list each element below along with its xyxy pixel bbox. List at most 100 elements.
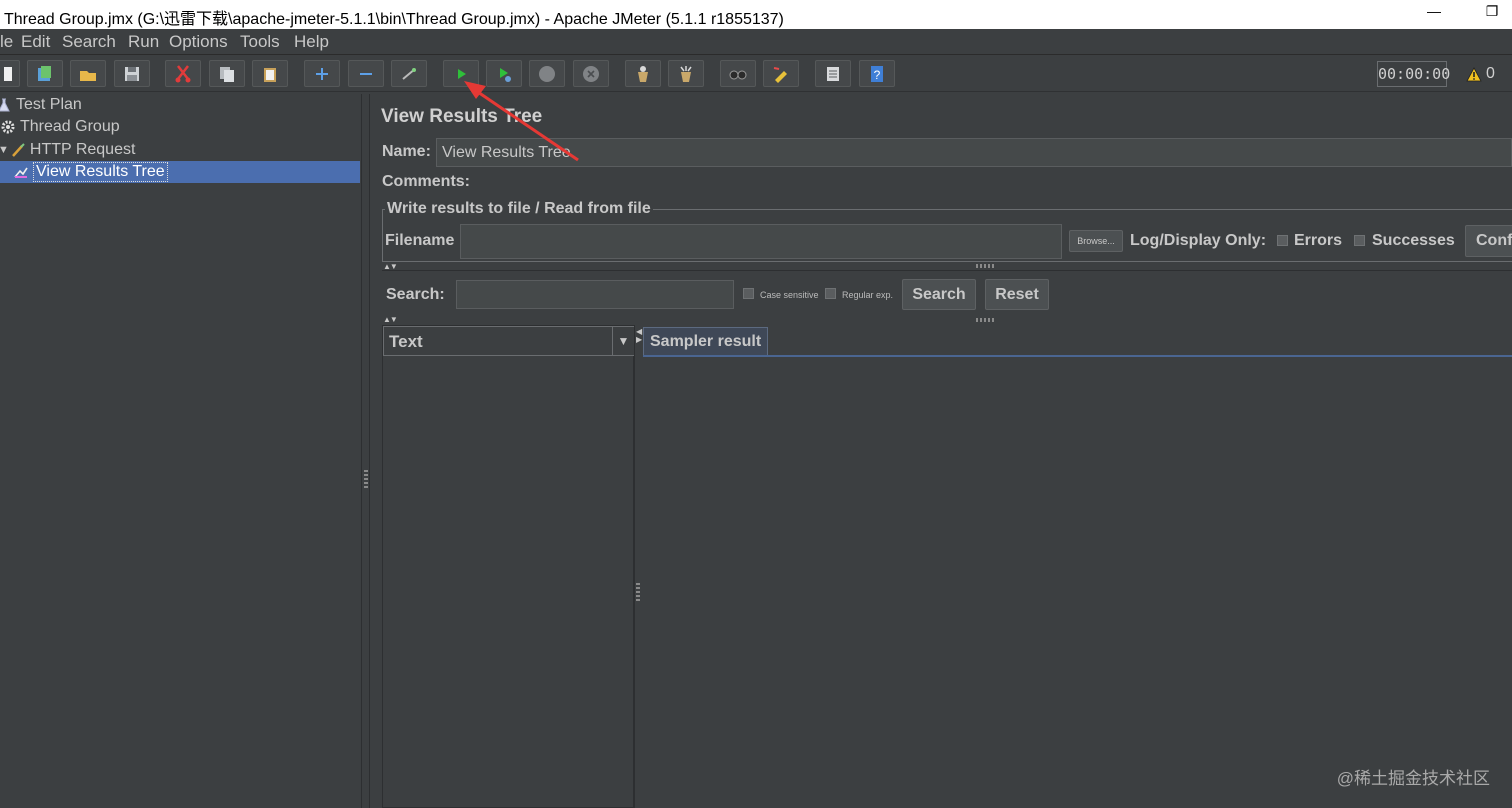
results-splitter[interactable]: ◀ ▶ (634, 325, 643, 808)
clear-button[interactable] (625, 60, 661, 87)
search-button[interactable] (720, 60, 756, 87)
tree-item-thread-group[interactable]: Thread Group (0, 116, 120, 138)
tab-sampler-result[interactable]: Sampler result (643, 327, 769, 355)
menu-bar: le Edit Search Run Options Tools Help (0, 29, 1512, 55)
help-icon: ? (871, 65, 883, 82)
name-label: Name: (382, 143, 431, 160)
stop-button[interactable] (529, 60, 565, 87)
function-helper-button[interactable] (815, 60, 851, 87)
templates-button[interactable] (27, 60, 63, 87)
comments-label: Comments: (382, 173, 471, 190)
tree-item-label: HTTP Request (29, 141, 136, 158)
test-plan-icon (0, 97, 12, 113)
tree-splitter[interactable] (361, 94, 370, 808)
tree-expand-arrow-icon[interactable]: ▼ (0, 144, 9, 156)
copy-button[interactable] (209, 60, 245, 87)
cut-icon (175, 64, 191, 82)
results-list-pane: Text ▼ (382, 325, 635, 808)
start-icon (458, 68, 466, 79)
http-request-icon (10, 142, 26, 158)
browse-button[interactable]: Browse... (1069, 230, 1123, 252)
splitter-grip[interactable] (636, 583, 640, 601)
split-arrows-icon[interactable]: ◀ ▶ (636, 328, 642, 344)
comments-field[interactable] (475, 170, 1512, 193)
reset-search-button[interactable] (763, 60, 799, 87)
collapse-arrows-icon[interactable]: ▲▼ (383, 315, 398, 324)
start-no-pause-icon (500, 67, 511, 82)
successes-label: Successes (1372, 232, 1455, 249)
reset-search-icon (773, 66, 787, 83)
reset-button[interactable]: Reset (985, 279, 1049, 310)
expand-all-button[interactable] (304, 60, 340, 87)
renderer-select[interactable]: Text ▼ (383, 326, 635, 356)
open-button[interactable] (70, 60, 106, 87)
menu-search[interactable]: Search (62, 32, 116, 52)
cut-button[interactable] (165, 60, 201, 87)
toolbar: ? 00:00:00 0 (0, 56, 1512, 92)
regular-exp-label: Regular exp. (842, 290, 894, 300)
warning-count: 0 (1486, 65, 1495, 82)
log-display-label: Log/Display Only: (1130, 232, 1267, 249)
horizontal-grip[interactable] (976, 318, 994, 322)
successes-checkbox[interactable] (1354, 235, 1365, 246)
name-field[interactable]: View Results Tree (436, 138, 1512, 167)
collapse-all-button[interactable] (348, 60, 384, 87)
thread-group-icon (0, 119, 16, 135)
new-icon (4, 66, 12, 81)
open-icon (80, 70, 96, 81)
search-input[interactable] (456, 280, 734, 309)
clear-all-icon (680, 65, 692, 82)
restore-button[interactable]: ❐ (1480, 3, 1504, 25)
horizontal-grip[interactable] (976, 264, 994, 268)
save-button[interactable] (114, 60, 150, 87)
file-fieldset-legend: Write results to file / Read from file (385, 200, 653, 218)
menu-edit[interactable]: Edit (21, 32, 50, 52)
minimize-button[interactable]: — (1422, 3, 1446, 25)
watermark: @稀土掘金技术社区 (1336, 769, 1490, 788)
window-title-bar: Thread Group.jmx (G:\迅雷下载\apache-jmeter-… (0, 0, 1512, 29)
case-sensitive-checkbox[interactable] (743, 288, 754, 299)
tree-item-http-request[interactable]: ▼ HTTP Request (0, 139, 135, 161)
new-button[interactable] (0, 60, 20, 87)
tree-item-label: View Results Tree (33, 162, 168, 182)
toggle-icon (402, 67, 416, 80)
function-helper-icon (827, 66, 839, 81)
start-no-pauses-button[interactable] (486, 60, 522, 87)
panel-title: View Results Tree (381, 106, 543, 127)
tree-item-view-results-tree[interactable]: View Results Tree (0, 161, 360, 183)
start-button[interactable] (443, 60, 479, 87)
filename-label: Filename (385, 232, 455, 249)
clear-all-button[interactable] (668, 60, 704, 87)
warning-indicator[interactable]: 0 (1466, 65, 1495, 83)
search-icon (729, 70, 747, 79)
menu-file[interactable]: le (0, 32, 13, 52)
menu-help[interactable]: Help (294, 32, 329, 52)
renderer-selected-value: Text (389, 332, 423, 351)
splitter-grip[interactable] (364, 470, 368, 488)
menu-run[interactable]: Run (128, 32, 159, 52)
shutdown-icon (583, 65, 599, 82)
menu-tools[interactable]: Tools (240, 32, 280, 52)
copy-icon (220, 66, 234, 82)
errors-checkbox[interactable] (1277, 235, 1288, 246)
search-submit-button[interactable]: Search (902, 279, 976, 310)
tree-item-test-plan[interactable]: Test Plan (0, 94, 82, 116)
regular-exp-checkbox[interactable] (825, 288, 836, 299)
case-sensitive-label: Case sensitive (760, 290, 819, 300)
help-button[interactable]: ? (859, 60, 895, 87)
toggle-button[interactable] (391, 60, 427, 87)
clear-icon (638, 65, 648, 82)
menu-options[interactable]: Options (169, 32, 228, 52)
templates-icon (38, 65, 51, 81)
filename-field[interactable] (460, 224, 1062, 259)
shutdown-button[interactable] (573, 60, 609, 87)
paste-icon (264, 67, 276, 82)
paste-button[interactable] (252, 60, 288, 87)
search-label: Search: (386, 286, 445, 303)
errors-label: Errors (1294, 232, 1343, 249)
expand-icon (316, 67, 328, 80)
configure-button[interactable]: Conf (1465, 225, 1512, 257)
elapsed-timer: 00:00:00 (1377, 61, 1450, 87)
collapse-icon (360, 72, 372, 75)
chevron-down-icon[interactable]: ▼ (612, 327, 634, 355)
